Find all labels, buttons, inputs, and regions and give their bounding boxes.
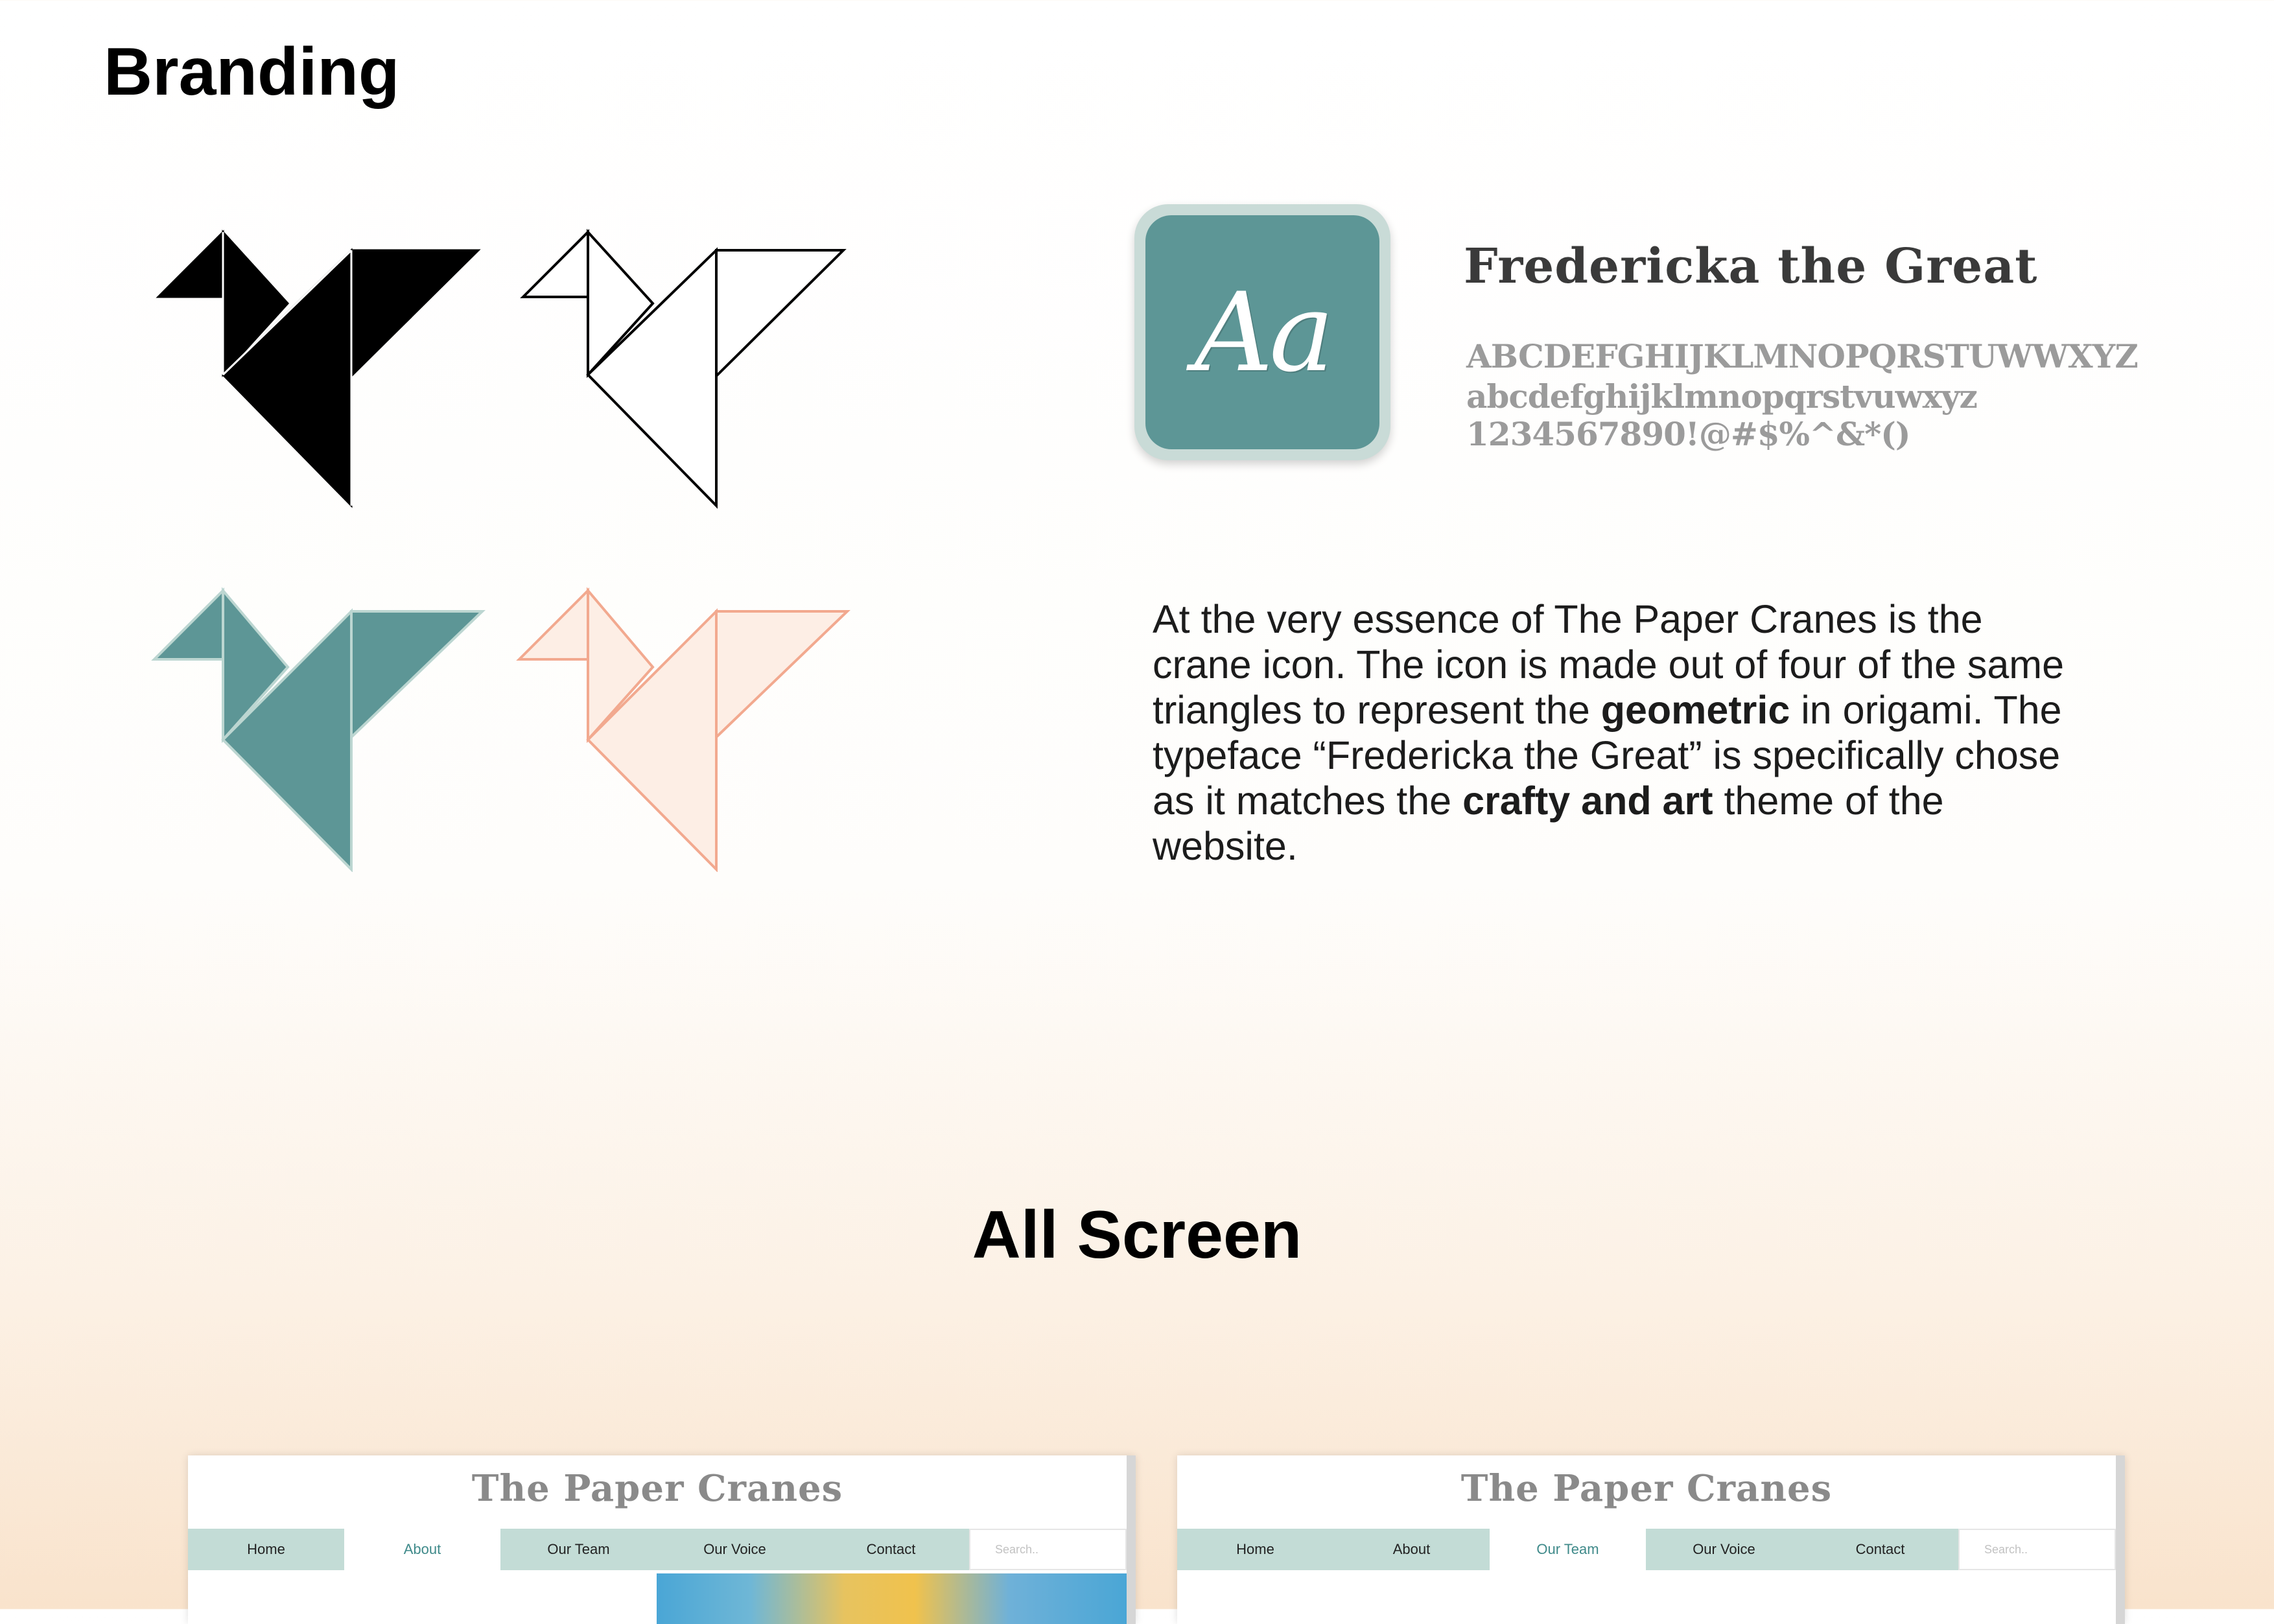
screen-preview-our-team: The Paper Cranes Home About Our Team Our…: [1177, 1455, 2125, 1624]
screen-preview-about: The Paper Cranes Home About Our Team Our…: [188, 1455, 1136, 1624]
crane-logo-teal-solid-icon: [151, 587, 486, 872]
search-input[interactable]: Search..: [969, 1529, 1127, 1570]
typeface-uppercase-specimen: ABCDEFGHIJKLMNOPQRSTUWWXYZ: [1466, 337, 2139, 375]
nav-item-our-team[interactable]: Our Team: [500, 1529, 657, 1570]
scrollbar[interactable]: [2116, 1455, 2125, 1624]
typeface-sample-glyphs: Aa: [1194, 268, 1334, 396]
description-emphasis: geometric: [1600, 688, 1790, 732]
hero-image: [657, 1573, 1127, 1624]
nav-item-about[interactable]: About: [344, 1529, 500, 1570]
nav-item-about[interactable]: About: [1333, 1529, 1490, 1570]
branding-heading: Branding: [104, 34, 400, 110]
description-emphasis: crafty and art: [1462, 779, 1713, 823]
nav-item-our-voice[interactable]: Our Voice: [1646, 1529, 1802, 1570]
search-input[interactable]: Search..: [1958, 1529, 2116, 1570]
crane-logo-black-solid-icon: [156, 229, 481, 508]
nav-item-our-team[interactable]: Our Team: [1490, 1529, 1646, 1570]
typeface-lowercase-specimen: abcdefghijklmnopqrstvuwxyz: [1466, 377, 1978, 416]
site-title: The Paper Cranes: [1460, 1467, 1833, 1510]
nav-item-contact[interactable]: Contact: [813, 1529, 969, 1570]
nav-item-contact[interactable]: Contact: [1802, 1529, 1958, 1570]
site-title: The Paper Cranes: [471, 1467, 843, 1510]
all-screen-heading: All Screen: [972, 1197, 1302, 1273]
typeface-numbers-specimen: 1234567890!@#$%^&*(): [1466, 415, 1911, 453]
nav-item-home[interactable]: Home: [188, 1529, 344, 1570]
site-nav: Home About Our Team Our Voice Contact Se…: [1177, 1529, 2116, 1570]
typeface-sample-tile: Aa: [1134, 204, 1390, 460]
nav-item-home[interactable]: Home: [1177, 1529, 1333, 1570]
crane-logo-peach-outline-icon: [516, 587, 850, 872]
crane-logo-black-outline-icon: [520, 228, 847, 509]
branding-description: At the very essence of The Paper Cranes …: [1153, 596, 2080, 869]
scrollbar[interactable]: [1127, 1455, 1136, 1624]
site-nav: Home About Our Team Our Voice Contact Se…: [188, 1529, 1127, 1570]
typeface-name: Fredericka the Great: [1464, 239, 2038, 294]
nav-item-our-voice[interactable]: Our Voice: [657, 1529, 813, 1570]
